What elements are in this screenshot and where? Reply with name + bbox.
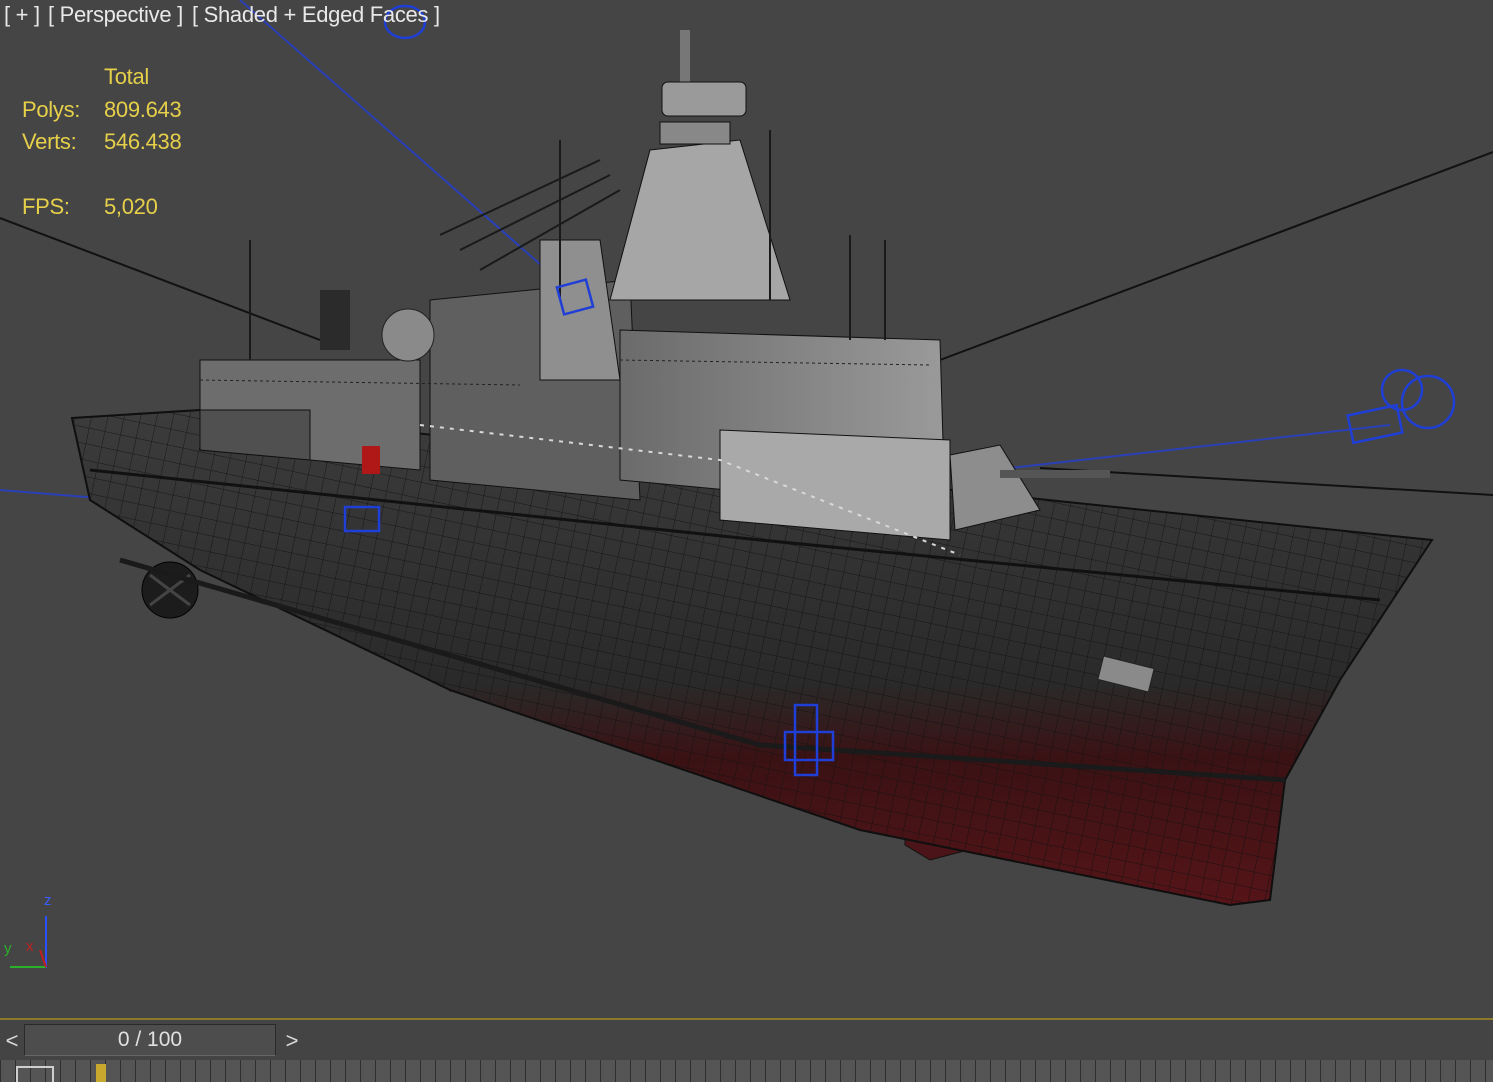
axis-y-label: y (4, 940, 12, 957)
time-slider-handle[interactable]: 0 / 100 (24, 1024, 276, 1056)
time-slider-bar: < 0 / 100 > (0, 1018, 1493, 1082)
ship-scene[interactable] (0, 0, 1493, 1018)
fps-label: FPS: (22, 194, 70, 219)
stats-header: Total (104, 64, 149, 89)
next-frame-button[interactable]: > (280, 1026, 304, 1056)
perspective-viewport[interactable]: [ + ] [ Perspective ] [ Shaded + Edged F… (0, 0, 1493, 1018)
current-frame-marker[interactable] (96, 1064, 106, 1082)
viewport-shading-label[interactable]: [ Shaded + Edged Faces ] (192, 2, 440, 28)
polys-label: Polys: (22, 97, 81, 122)
verts-value: 546.438 (104, 129, 182, 154)
axis-gizmo-lines (10, 916, 47, 968)
axis-gizmo: z y x (0, 888, 70, 972)
verts-label: Verts: (22, 129, 77, 154)
axis-x-label: x (26, 938, 34, 955)
polys-value: 809.643 (104, 97, 182, 122)
previous-frame-button[interactable]: < (0, 1026, 24, 1056)
fps-value: 5,020 (104, 194, 158, 219)
viewport-view-label[interactable]: [ Perspective ] (48, 2, 183, 28)
axis-z-label: z (44, 892, 52, 909)
viewport-plus-menu[interactable]: [ + ] (4, 2, 40, 28)
track-bar[interactable] (0, 1060, 1493, 1082)
